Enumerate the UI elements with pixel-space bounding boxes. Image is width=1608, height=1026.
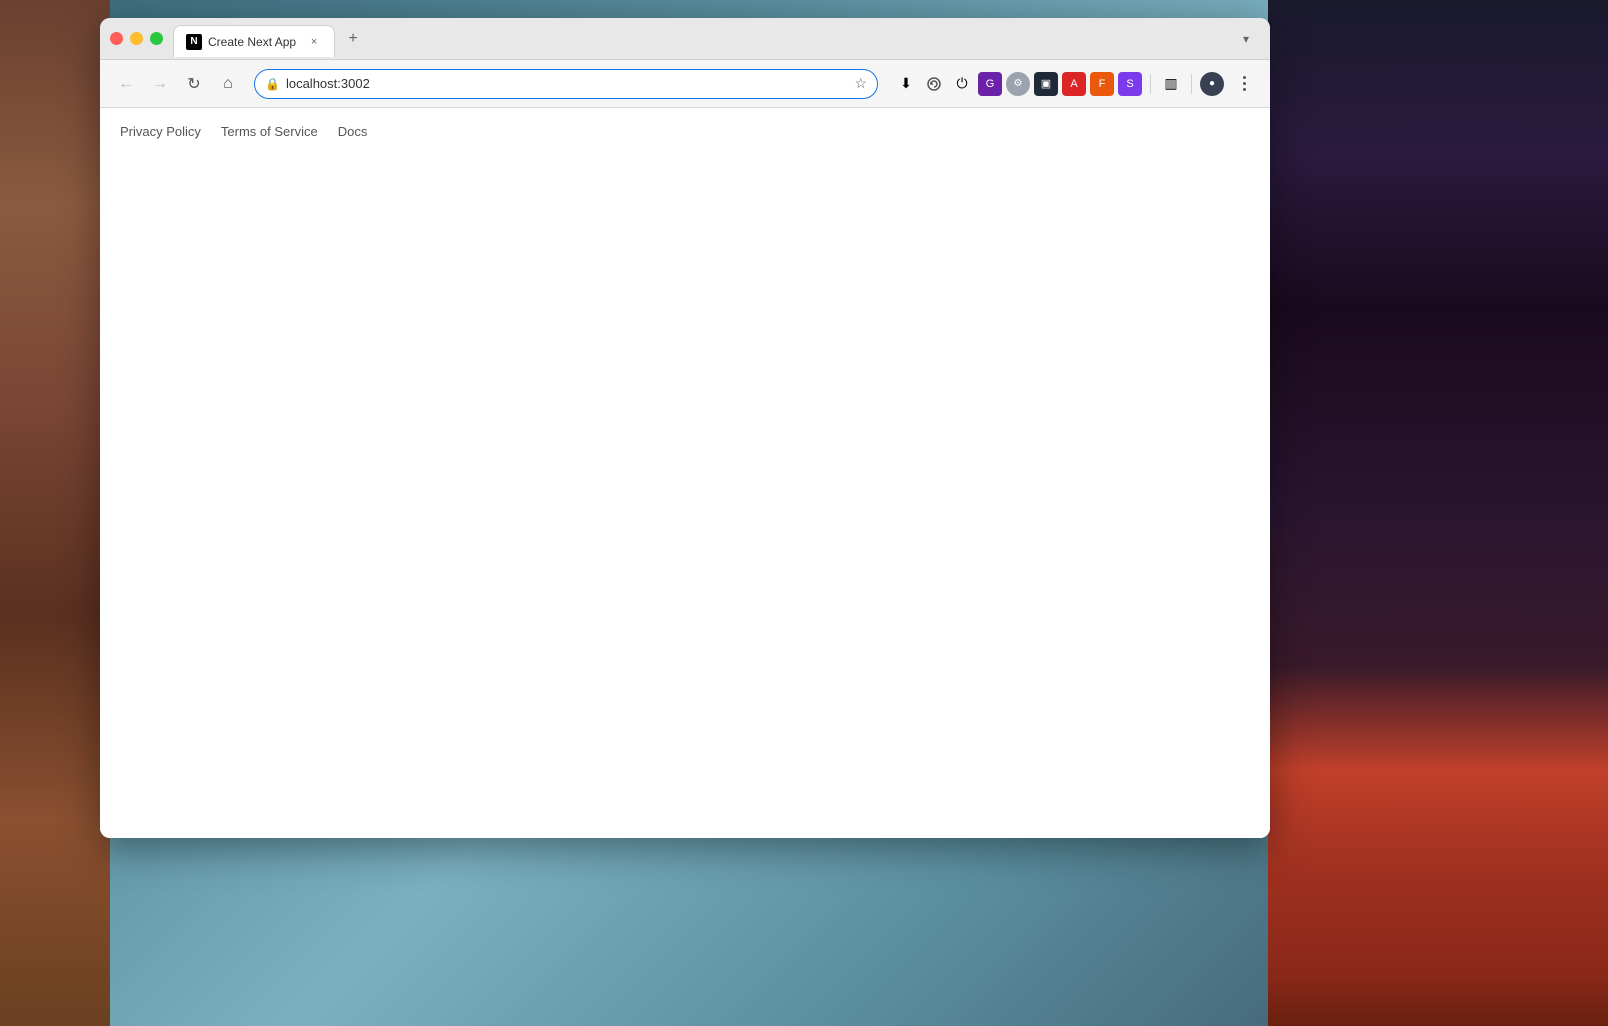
privacy-policy-link[interactable]: Privacy Policy <box>120 124 201 139</box>
download-icon[interactable]: ⬇ <box>894 72 918 96</box>
title-bar: N Create Next App × + ▾ <box>100 18 1270 60</box>
page-content: Privacy Policy Terms of Service Docs <box>100 108 1270 838</box>
maximize-button[interactable] <box>150 32 163 45</box>
tabs-area: N Create Next App × + <box>173 20 1232 57</box>
tab-list-button[interactable]: ▾ <box>1232 25 1260 53</box>
close-button[interactable] <box>110 32 123 45</box>
security-icon: 🔒 <box>265 77 280 91</box>
browser-menu-button[interactable] <box>1230 70 1258 98</box>
back-button[interactable]: ← <box>112 70 140 98</box>
ext-refresh-icon[interactable] <box>922 72 946 96</box>
ext-s-icon[interactable]: S <box>1118 72 1142 96</box>
toolbar-divider-2 <box>1191 74 1192 94</box>
tab-title: Create Next App <box>208 35 296 49</box>
terms-of-service-link[interactable]: Terms of Service <box>221 124 318 139</box>
new-tab-button[interactable]: + <box>339 25 367 53</box>
bookmark-icon[interactable]: ☆ <box>854 75 867 92</box>
docs-link[interactable]: Docs <box>338 124 368 139</box>
page-navigation: Privacy Policy Terms of Service Docs <box>120 124 1250 139</box>
ext-profile-icon[interactable]: ● <box>1200 72 1224 96</box>
browser-window: N Create Next App × + ▾ ← → ↻ ⌂ 🔒 ☆ ⬇ <box>100 18 1270 838</box>
toolbar-divider <box>1150 74 1151 94</box>
ext-power-icon[interactable]: ⏻ <box>950 72 974 96</box>
home-button[interactable]: ⌂ <box>214 70 242 98</box>
tab-close-button[interactable]: × <box>306 34 322 50</box>
toolbar: ← → ↻ ⌂ 🔒 ☆ ⬇ ⏻ G ⚙ ▣ A F S <box>100 60 1270 108</box>
tab-favicon: N <box>186 34 202 50</box>
minimize-button[interactable] <box>130 32 143 45</box>
url-input[interactable] <box>286 76 848 91</box>
ext-a-icon[interactable]: A <box>1062 72 1086 96</box>
extensions-area: ⬇ ⏻ G ⚙ ▣ A F S ▥ ● <box>894 72 1224 96</box>
active-tab[interactable]: N Create Next App × <box>173 25 335 57</box>
ext-sidebar-icon[interactable]: ▥ <box>1159 72 1183 96</box>
ext-gear-icon[interactable]: ⚙ <box>1006 72 1030 96</box>
ext-g-icon[interactable]: G <box>978 72 1002 96</box>
ext-dark-icon[interactable]: ▣ <box>1034 72 1058 96</box>
reload-button[interactable]: ↻ <box>180 70 208 98</box>
window-controls <box>110 32 163 45</box>
forward-button[interactable]: → <box>146 70 174 98</box>
address-bar[interactable]: 🔒 ☆ <box>254 69 878 99</box>
ext-f-icon[interactable]: F <box>1090 72 1114 96</box>
